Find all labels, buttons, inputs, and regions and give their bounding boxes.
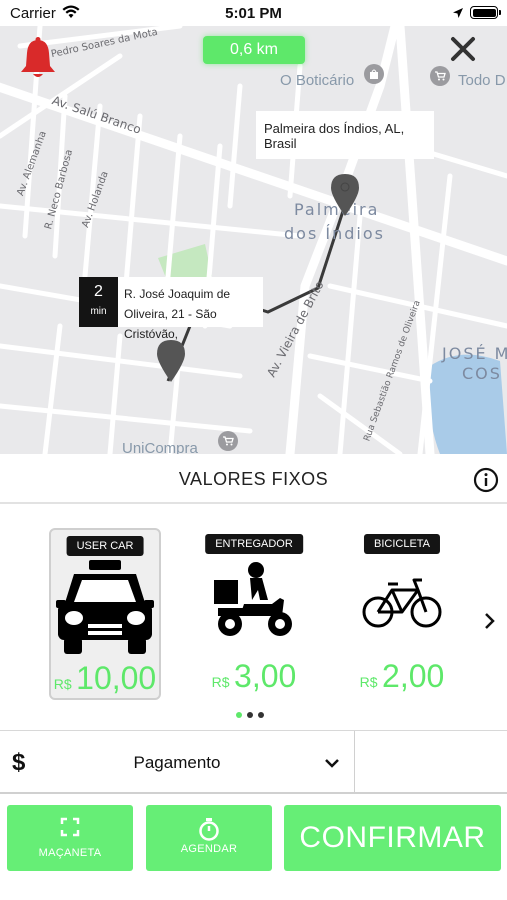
origin-pin-icon bbox=[157, 340, 185, 387]
confirm-label: CONFIRMAR bbox=[299, 821, 486, 854]
origin-address-line: R. José Joaquim de bbox=[124, 287, 231, 301]
vehicle-name: BICICLETA bbox=[363, 534, 441, 554]
page-indicator bbox=[236, 712, 264, 718]
eta-badge: 2 min bbox=[79, 277, 118, 327]
eta-value: 2 bbox=[94, 283, 103, 300]
poi-label: Todo D bbox=[458, 72, 506, 89]
bicycle-icon bbox=[362, 578, 442, 635]
page-dot bbox=[236, 712, 242, 718]
section-title: VALORES FIXOS bbox=[178, 469, 329, 489]
currency-symbol: R$ bbox=[359, 674, 378, 690]
vehicle-name: USER CAR bbox=[66, 536, 144, 556]
vehicle-option-user-car[interactable]: USER CAR R$ 10,00 bbox=[49, 528, 161, 700]
distance-badge: 0,6 km bbox=[203, 36, 305, 64]
delivery-scooter-icon bbox=[214, 560, 294, 645]
macaneta-label: MAÇANETA bbox=[38, 847, 102, 859]
battery-icon bbox=[470, 6, 501, 19]
currency-symbol: R$ bbox=[211, 674, 230, 690]
poi-label: O Boticário bbox=[280, 72, 355, 89]
map-streets bbox=[0, 26, 507, 454]
page-dot bbox=[247, 712, 253, 718]
confirm-button[interactable]: CONFIRMAR bbox=[284, 805, 501, 871]
agendar-label: AGENDAR bbox=[180, 843, 238, 855]
divider bbox=[354, 731, 355, 793]
chevron-right-icon[interactable] bbox=[484, 612, 496, 635]
poi-label: UniCompra bbox=[122, 440, 198, 454]
price-amount: 2,00 bbox=[382, 658, 445, 694]
payment-label: Pagamento bbox=[133, 753, 221, 772]
shopping-cart-icon bbox=[218, 431, 238, 451]
origin-callout: 2 min R. José Joaquim de Oliveira, 21 - … bbox=[79, 277, 263, 341]
clock-label: 5:01 PM bbox=[225, 5, 282, 22]
destination-pin-icon bbox=[331, 174, 359, 221]
neighborhood-label: COS bbox=[462, 364, 502, 383]
stopwatch-icon bbox=[198, 817, 220, 846]
page-dot bbox=[258, 712, 264, 718]
vehicle-carousel[interactable]: USER CAR R$ 10,00 ENTREGADOR R$ 3,00 BIC… bbox=[0, 506, 507, 730]
payment-selector[interactable]: $ Pagamento bbox=[0, 730, 507, 794]
destination-callout: Palmeira dos Índios, AL, Brasil bbox=[256, 111, 434, 159]
price-amount: 10,00 bbox=[76, 660, 157, 696]
origin-address-line: Oliveira, 21 - São Cristóvão, bbox=[124, 307, 217, 341]
vehicle-name: ENTREGADOR bbox=[205, 534, 303, 554]
shop-bag-icon bbox=[364, 64, 384, 84]
close-icon[interactable] bbox=[450, 36, 476, 67]
city-label: dos Índios bbox=[284, 224, 385, 243]
vehicle-price: R$ 2,00 bbox=[346, 658, 458, 695]
expand-icon bbox=[60, 817, 80, 842]
eta-unit: min bbox=[90, 306, 107, 317]
vehicle-price: R$ 3,00 bbox=[198, 658, 310, 695]
vehicle-option-bicicleta[interactable]: BICICLETA R$ 2,00 bbox=[346, 528, 458, 700]
chevron-down-icon[interactable] bbox=[324, 755, 340, 773]
origin-address: R. José Joaquim de Oliveira, 21 - São Cr… bbox=[118, 277, 263, 341]
info-icon[interactable] bbox=[473, 467, 499, 498]
taxi-car-icon bbox=[56, 560, 154, 661]
price-amount: 3,00 bbox=[234, 658, 297, 694]
notification-bell-icon[interactable] bbox=[18, 36, 58, 85]
fixed-prices-header: VALORES FIXOS bbox=[0, 454, 507, 504]
map-view[interactable]: Pedro Soares da Mota Av. Salú Branco Av.… bbox=[0, 26, 507, 454]
status-bar: Carrier 5:01 PM bbox=[0, 0, 507, 26]
location-arrow-icon bbox=[452, 6, 464, 24]
destination-address: Palmeira dos Índios, AL, Brasil bbox=[264, 121, 405, 151]
vehicle-price: R$ 10,00 bbox=[51, 660, 159, 697]
neighborhood-label: JOSÉ M bbox=[442, 344, 507, 363]
vehicle-option-entregador[interactable]: ENTREGADOR R$ 3,00 bbox=[198, 528, 310, 700]
shopping-cart-icon bbox=[430, 66, 450, 86]
macaneta-button[interactable]: MAÇANETA bbox=[7, 805, 133, 871]
currency-symbol: R$ bbox=[53, 676, 72, 692]
agendar-button[interactable]: AGENDAR bbox=[146, 805, 272, 871]
